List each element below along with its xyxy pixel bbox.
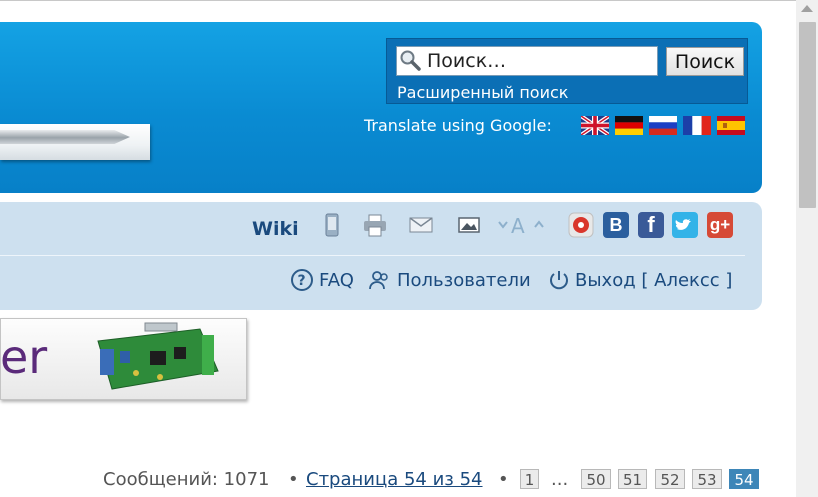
faq-icon: ?: [291, 269, 313, 291]
page-link-51[interactable]: 51: [618, 469, 647, 489]
message-count: Сообщений: 1071: [103, 469, 270, 490]
circuit-board-image: [97, 322, 219, 390]
page-info-link[interactable]: Страница 54 из 54: [306, 469, 483, 490]
vkontakte-icon[interactable]: B: [603, 212, 629, 238]
share-icon[interactable]: [568, 212, 594, 238]
users-link[interactable]: Пользователи: [397, 270, 531, 291]
power-icon: [550, 271, 568, 290]
mobile-icon[interactable]: [319, 212, 345, 238]
bullet-separator: •: [498, 469, 509, 490]
translate-label: Translate using Google:: [364, 116, 552, 135]
russian-flag[interactable]: [649, 116, 677, 135]
font-size-icon[interactable]: A: [497, 212, 549, 238]
logout-link[interactable]: Выход [ Алексс ]: [575, 270, 732, 291]
page-ellipsis: ...: [551, 469, 569, 490]
page-link-52[interactable]: 52: [655, 469, 685, 489]
banner-text: er: [0, 330, 48, 384]
search-input[interactable]: [396, 46, 658, 76]
scroll-up-arrow-icon[interactable]: [801, 5, 813, 12]
german-flag[interactable]: [615, 116, 643, 135]
scrollbar-thumb[interactable]: [799, 22, 816, 208]
nav-divider: [0, 255, 745, 256]
google-plus-icon[interactable]: g+: [707, 212, 733, 238]
search-icon: [400, 50, 421, 71]
svg-text:A: A: [511, 214, 525, 238]
logo-pen-graphic: [0, 130, 130, 144]
users-icon: [369, 271, 388, 290]
svg-text:?: ?: [298, 273, 306, 289]
page-link-53[interactable]: 53: [692, 469, 722, 489]
page-link-1[interactable]: 1: [520, 469, 539, 489]
image-icon[interactable]: [456, 212, 482, 238]
facebook-icon[interactable]: f: [638, 212, 664, 238]
french-flag[interactable]: [683, 116, 711, 135]
bullet-separator: •: [288, 469, 299, 490]
spanish-flag[interactable]: [717, 116, 745, 135]
search-button[interactable]: Поиск: [666, 47, 744, 76]
wiki-link[interactable]: Wiki: [252, 218, 299, 240]
current-page: 54: [729, 469, 759, 489]
top-border: [0, 0, 796, 1]
english-flag[interactable]: [581, 116, 609, 135]
advanced-search-link[interactable]: Расширенный поиск: [397, 83, 568, 102]
twitter-icon[interactable]: [672, 212, 698, 238]
faq-link[interactable]: FAQ: [319, 270, 354, 291]
email-icon[interactable]: [408, 212, 434, 238]
page-link-50[interactable]: 50: [581, 469, 611, 489]
print-icon[interactable]: [362, 212, 388, 238]
